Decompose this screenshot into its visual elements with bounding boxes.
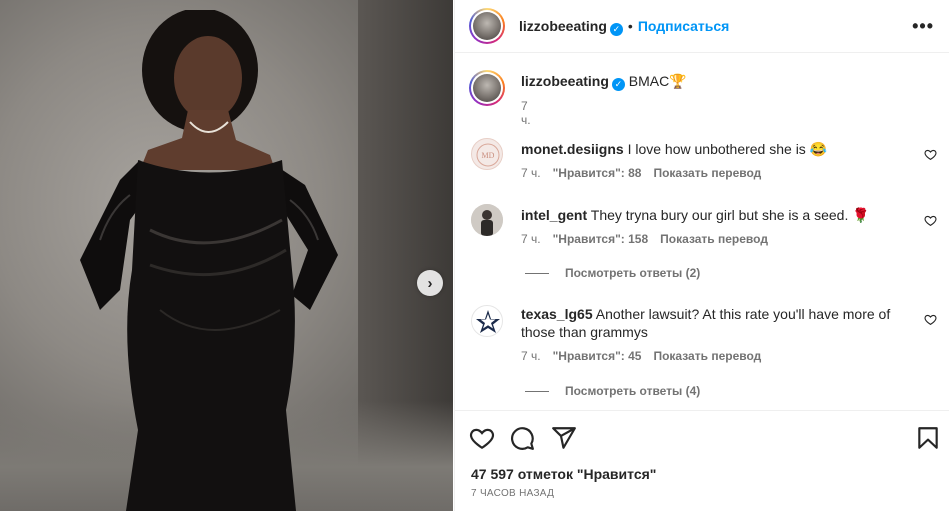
- heart-icon[interactable]: [924, 313, 937, 326]
- caption-row: lizzobeeating ✓ BMAC🏆: [521, 73, 687, 91]
- comment-time[interactable]: 7 ч.: [521, 232, 541, 246]
- caption-time[interactable]: 7 ч.: [521, 99, 531, 127]
- comment-author[interactable]: monet.desiigns: [521, 141, 624, 157]
- commenter-avatar[interactable]: MD: [471, 138, 503, 170]
- view-replies-label: Посмотреть ответы (4): [565, 384, 701, 398]
- verified-badge-icon: ✓: [611, 78, 625, 91]
- comment-likes[interactable]: "Нравится": 45: [553, 349, 642, 363]
- post-timestamp[interactable]: 7 ЧАСОВ НАЗАД: [471, 488, 554, 499]
- comment-time[interactable]: 7 ч.: [521, 349, 541, 363]
- translate-link[interactable]: Показать перевод: [653, 166, 761, 180]
- comment-text-row: intel_gent They tryna bury our girl but …: [521, 206, 921, 224]
- person-photo-icon: [471, 204, 503, 236]
- view-replies-button[interactable]: Посмотреть ответы (2): [525, 266, 700, 280]
- translate-link[interactable]: Показать перевод: [660, 232, 768, 246]
- verified-badge-icon: ✓: [609, 23, 623, 36]
- caption-author[interactable]: lizzobeeating: [521, 73, 609, 89]
- comment-text: I love how unbothered she is 😂: [627, 141, 828, 157]
- follow-button[interactable]: Подписаться: [638, 18, 730, 34]
- comment-text-row: texas_lg65 Another lawsuit? At this rate…: [521, 305, 921, 341]
- commenter-avatar[interactable]: [471, 305, 503, 337]
- more-options-icon[interactable]: •••: [912, 16, 934, 37]
- view-replies-button[interactable]: Посмотреть ответы (4): [525, 384, 700, 398]
- comment-likes[interactable]: "Нравится": 88: [553, 166, 642, 180]
- separator-dot: •: [627, 18, 633, 34]
- post-image[interactable]: ›: [0, 0, 453, 511]
- chevron-right-icon: ›: [427, 274, 433, 292]
- bookmark-icon[interactable]: [915, 425, 941, 451]
- divider-line: [525, 391, 549, 393]
- comment-likes[interactable]: "Нравится": 158: [553, 232, 649, 246]
- comment-meta: 7 ч. "Нравится": 158 Показать перевод: [521, 232, 780, 246]
- header-author-row: lizzobeeating ✓ • Подписаться: [519, 18, 729, 36]
- comment-text-row: monet.desiigns I love how unbothered she…: [521, 140, 921, 158]
- likes-count[interactable]: 47 597 отметок "Нравится": [471, 466, 656, 482]
- woman-in-black-gown-illustration: [80, 10, 338, 511]
- post-header: lizzobeeating ✓ • Подписаться •••: [455, 0, 949, 53]
- comment-author[interactable]: intel_gent: [521, 207, 587, 223]
- author-avatar[interactable]: [469, 8, 505, 44]
- comment-time[interactable]: 7 ч.: [521, 166, 541, 180]
- comment-bubble-icon[interactable]: [509, 425, 535, 451]
- translate-link[interactable]: Показать перевод: [653, 349, 761, 363]
- heart-icon[interactable]: [469, 425, 495, 451]
- heart-icon[interactable]: [924, 214, 937, 227]
- caption-text: BMAC🏆: [628, 73, 687, 89]
- comment-text: They tryna bury our girl but she is a se…: [590, 207, 870, 223]
- star-logo-icon: [476, 310, 500, 333]
- paper-plane-icon[interactable]: [551, 425, 577, 451]
- post-side-panel: lizzobeeating ✓ • Подписаться ••• lizzobeea…: [454, 0, 949, 511]
- next-media-button[interactable]: ›: [417, 270, 443, 296]
- author-username[interactable]: lizzobeeating: [519, 18, 607, 34]
- caption-author-avatar[interactable]: [469, 70, 505, 106]
- comment-meta: 7 ч. "Нравится": 88 Показать перевод: [521, 166, 773, 180]
- post-actions: 47 597 отметок "Нравится" 7 ЧАСОВ НАЗАД: [455, 410, 949, 511]
- commenter-avatar[interactable]: [471, 204, 503, 236]
- comment-author[interactable]: texas_lg65: [521, 306, 593, 322]
- monogram-logo-icon: MD: [476, 143, 500, 167]
- svg-text:MD: MD: [482, 151, 495, 160]
- divider-line: [525, 273, 549, 275]
- view-replies-label: Посмотреть ответы (2): [565, 266, 701, 280]
- comment-meta: 7 ч. "Нравится": 45 Показать перевод: [521, 349, 773, 363]
- heart-icon[interactable]: [924, 148, 937, 161]
